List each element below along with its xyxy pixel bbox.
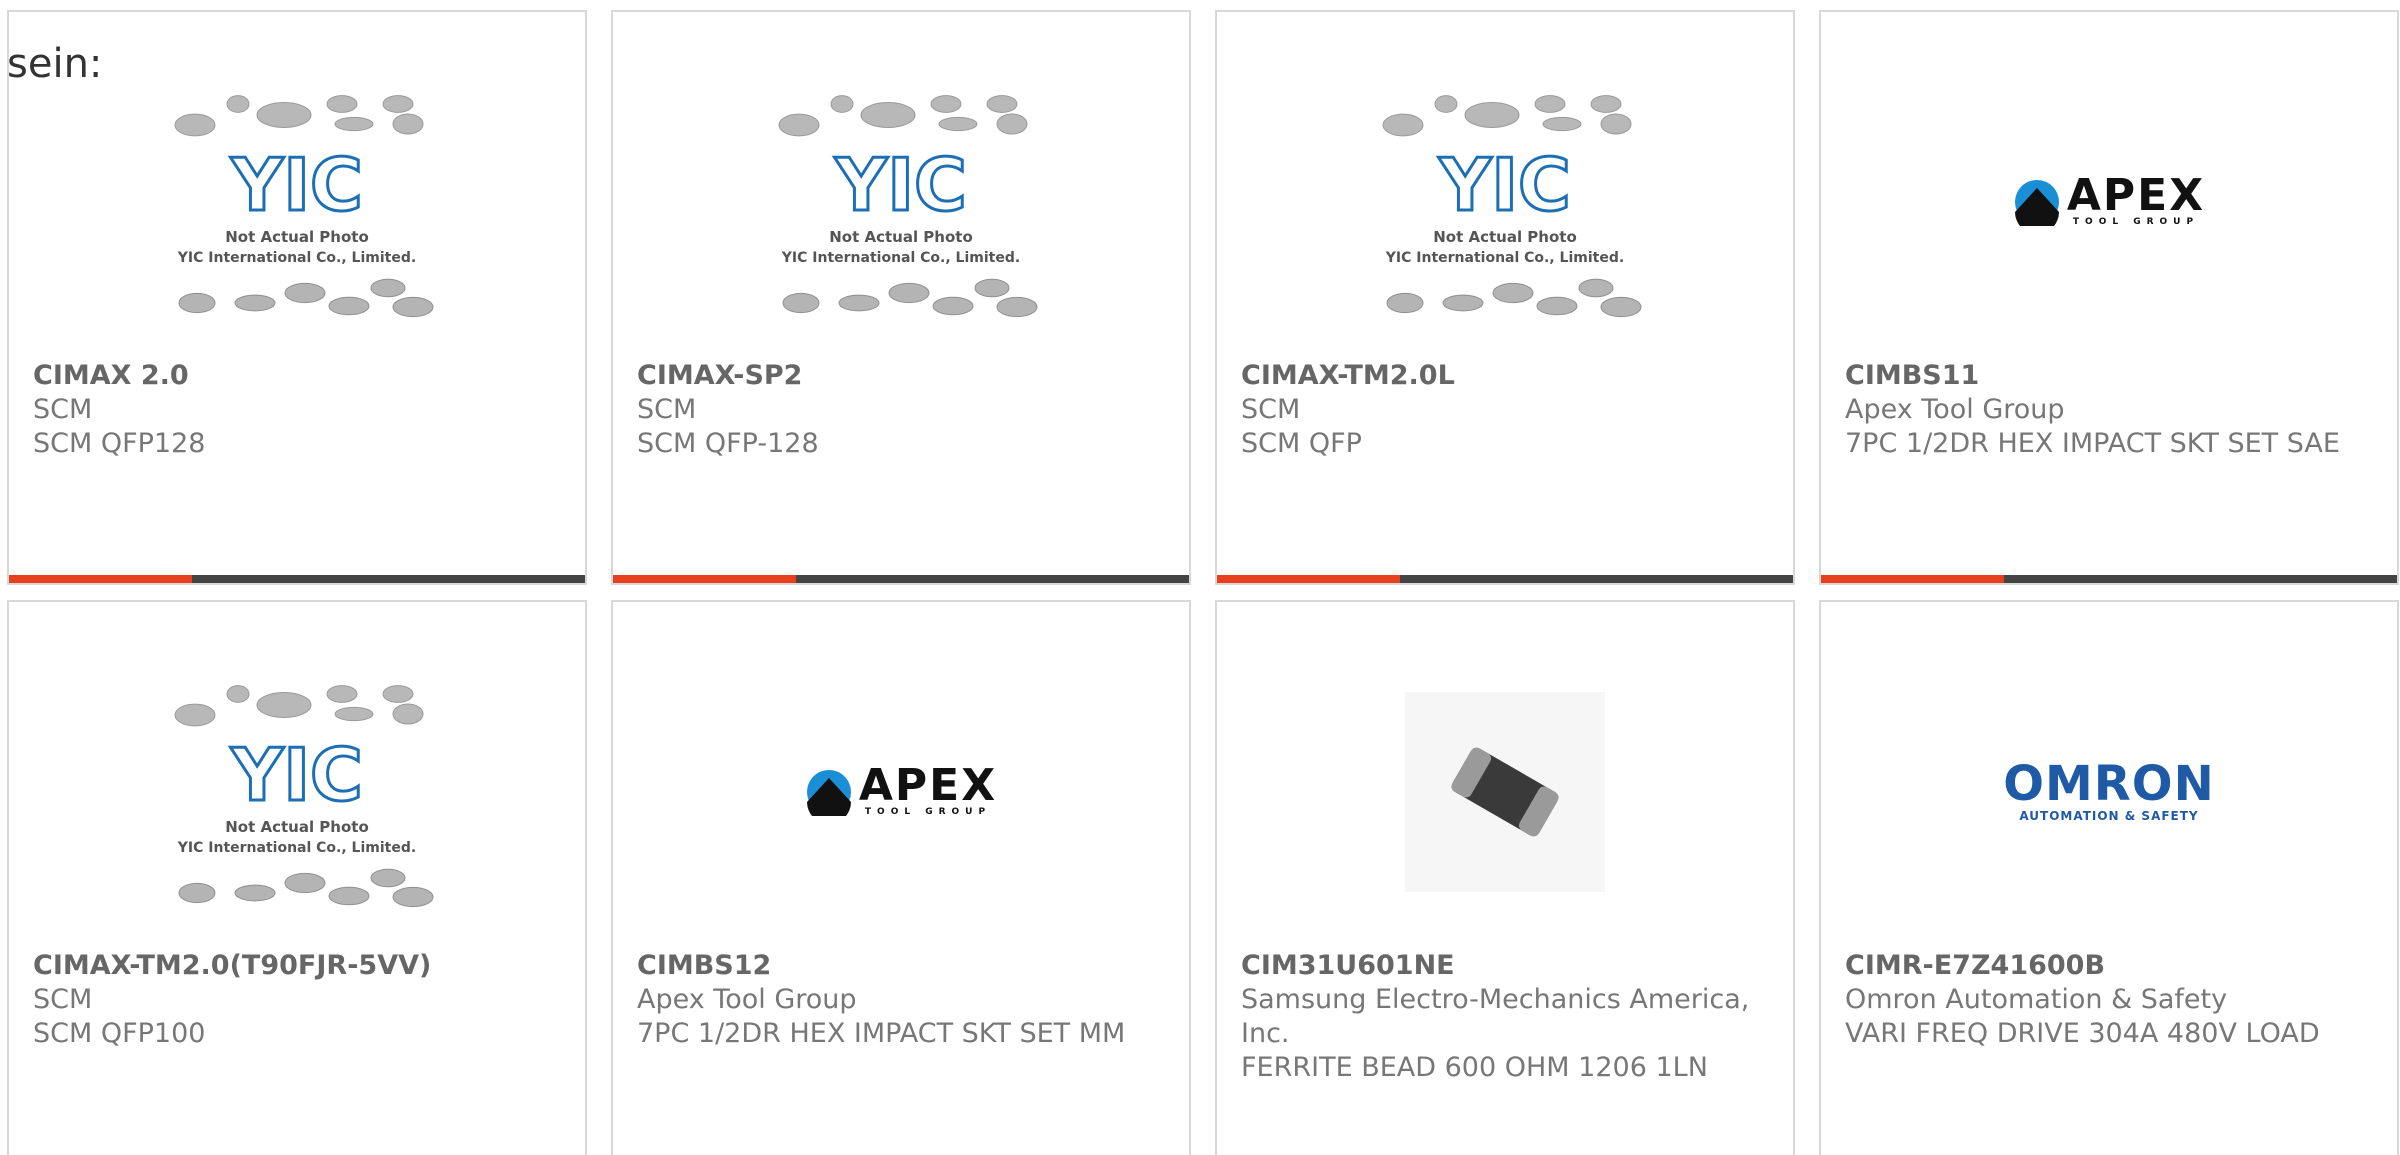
svg-text:YIC: YIC <box>834 143 967 227</box>
description: SCM QFP128 <box>33 428 206 459</box>
product-info: CIMR-E7Z41600B Omron Automation & Safety V… <box>1845 949 2365 1051</box>
yic-placeholder-image: YICNot Actual Photo YIC International Co.… <box>1382 95 1642 318</box>
svg-text:Not Actual Photo: Not Actual Photo <box>1433 228 1577 246</box>
card-footer-bar <box>9 575 585 583</box>
part-number[interactable]: CIMBS11 <box>1845 359 2365 393</box>
part-number[interactable]: CIMAX-TM2.0L <box>1241 359 1761 393</box>
ferrite-bead-icon <box>1451 747 1559 837</box>
manufacturer: Omron Automation & Safety <box>1845 984 2228 1015</box>
manufacturer: Apex Tool Group <box>637 984 857 1015</box>
description: SCM QFP100 <box>33 1018 206 1049</box>
apex-logo-name: APEX <box>2066 170 2206 221</box>
description: 7PC 1/2DR HEX IMPACT SKT SET MM <box>637 1018 1126 1049</box>
part-number[interactable]: CIMAX-TM2.0(T90FJR-5VV) <box>33 949 553 983</box>
apex-logo-tagline: TOOL GROUP <box>864 807 992 817</box>
svg-text:YIC: YIC <box>230 143 363 227</box>
product-info: CIMAX-TM2.0(T90FJR-5VV) SCM SCM QFP100 <box>33 949 553 1051</box>
apex-emblem-icon <box>2014 180 2059 226</box>
svg-text:YIC International Co., Limited: YIC International Co., Limited. <box>177 250 416 266</box>
description: SCM QFP <box>1241 428 1362 459</box>
product-info: CIMBS12 Apex Tool Group 7PC 1/2DR HEX IMPA… <box>637 949 1157 1051</box>
svg-text:YIC International Co., Limited: YIC International Co., Limited. <box>177 840 416 856</box>
svg-text:Not Actual Photo: Not Actual Photo <box>225 818 369 836</box>
apex-logo: APEX TOOL GROUP <box>2013 170 2206 228</box>
card-footer-bar <box>613 575 1189 583</box>
description: SCM QFP-128 <box>637 428 819 459</box>
manufacturer: SCM <box>33 394 93 425</box>
product-image[interactable]: APEX TOOL GROUP <box>1821 52 2397 352</box>
yic-placeholder-image: YICNot Actual Photo YIC International Co.… <box>174 685 434 908</box>
apex-logo-name: APEX <box>858 760 998 811</box>
svg-text:Not Actual Photo: Not Actual Photo <box>829 228 973 246</box>
omron-logo-tagline: AUTOMATION & SAFETY <box>2019 809 2199 823</box>
part-number[interactable]: CIMAX-SP2 <box>637 359 1157 393</box>
card-footer-accent <box>1217 575 1400 583</box>
product-image[interactable]: APEX TOOL GROUP <box>613 642 1189 942</box>
svg-text:YIC International Co., Limited: YIC International Co., Limited. <box>781 250 1020 266</box>
product-info: CIM31U601NE Samsung Electro-Mechanics Ame… <box>1241 949 1761 1085</box>
product-info: CIMAX-SP2 SCM SCM QFP-128 <box>637 359 1157 461</box>
product-info: CIMAX-TM2.0L SCM SCM QFP <box>1241 359 1761 461</box>
product-card[interactable]: APEX TOOL GROUP CIMBS12 Apex Tool Group 7PC … <box>611 600 1191 1155</box>
card-footer-accent <box>613 575 796 583</box>
svg-text:YIC: YIC <box>1438 143 1571 227</box>
part-number[interactable]: CIM31U601NE <box>1241 949 1761 983</box>
omron-logo-name: OMRON <box>2003 756 2215 812</box>
svg-text:YIC International Co., Limited: YIC International Co., Limited. <box>1385 250 1624 266</box>
manufacturer: SCM <box>33 984 93 1015</box>
product-card[interactable]: YIC Not Actual Photo YIC International Co.… <box>1215 10 1795 585</box>
yic-placeholder-image: YICNot Actual Photo YIC International Co.… <box>174 95 434 318</box>
manufacturer: SCM <box>1241 394 1301 425</box>
apex-emblem-icon <box>806 770 851 816</box>
description: 7PC 1/2DR HEX IMPACT SKT SET SAE <box>1845 428 2340 459</box>
product-card[interactable]: YIC Not Actual Photo YIC International Co.… <box>7 10 587 585</box>
card-footer-accent <box>9 575 192 583</box>
product-image[interactable]: YIC Not Actual Photo YIC International Co.… <box>1217 52 1793 352</box>
card-footer-bar <box>1217 575 1793 583</box>
manufacturer: SCM <box>637 394 697 425</box>
product-card[interactable]: APEX TOOL GROUP CIMBS11 Apex Tool Group 7PC … <box>1819 10 2399 585</box>
description: FERRITE BEAD 600 OHM 1206 1LN <box>1241 1052 1708 1083</box>
product-card[interactable]: CIM31U601NE Samsung Electro-Mechanics Ame… <box>1215 600 1795 1155</box>
ferrite-bead-photo <box>1405 692 1605 892</box>
product-image[interactable]: YIC Not Actual Photo YIC International Co.… <box>9 642 585 942</box>
card-footer-bar <box>1821 575 2397 583</box>
manufacturer: Apex Tool Group <box>1845 394 2065 425</box>
manufacturer: Samsung Electro-Mechanics America, Inc. <box>1241 984 1750 1049</box>
description: VARI FREQ DRIVE 304A 480V LOAD <box>1845 1018 2320 1049</box>
product-image[interactable]: YIC Not Actual Photo YIC International Co.… <box>9 52 585 352</box>
apex-logo: APEX TOOL GROUP <box>805 760 998 818</box>
product-info: CIMAX 2.0 SCM SCM QFP128 <box>33 359 553 461</box>
part-number[interactable]: CIMR-E7Z41600B <box>1845 949 2365 983</box>
intro-text: sein: <box>7 41 103 87</box>
product-card[interactable]: YIC Not Actual Photo YIC International Co.… <box>7 600 587 1155</box>
product-image[interactable] <box>1217 642 1793 942</box>
card-footer-accent <box>1821 575 2004 583</box>
product-info: CIMBS11 Apex Tool Group 7PC 1/2DR HEX IMPA… <box>1845 359 2365 461</box>
product-card[interactable]: YIC Not Actual Photo YIC International Co.… <box>611 10 1191 585</box>
product-grid-page: sein: YIC Not Actual Photo YIC Internation… <box>0 0 2400 1155</box>
product-card[interactable]: OMRON AUTOMATION & SAFETY CIMR-E7Z41600B Om… <box>1819 600 2399 1155</box>
apex-logo-tagline: TOOL GROUP <box>2072 217 2200 227</box>
yic-placeholder-image: YICNot Actual Photo YIC International Co.… <box>778 95 1038 318</box>
part-number[interactable]: CIMAX 2.0 <box>33 359 553 393</box>
svg-text:YIC: YIC <box>230 733 363 817</box>
svg-text:Not Actual Photo: Not Actual Photo <box>225 228 369 246</box>
product-image[interactable]: OMRON AUTOMATION & SAFETY <box>1821 642 2397 942</box>
part-number[interactable]: CIMBS12 <box>637 949 1157 983</box>
product-image[interactable]: YIC Not Actual Photo YIC International Co.… <box>613 52 1189 352</box>
omron-logo: OMRON AUTOMATION & SAFETY <box>2003 760 2215 824</box>
